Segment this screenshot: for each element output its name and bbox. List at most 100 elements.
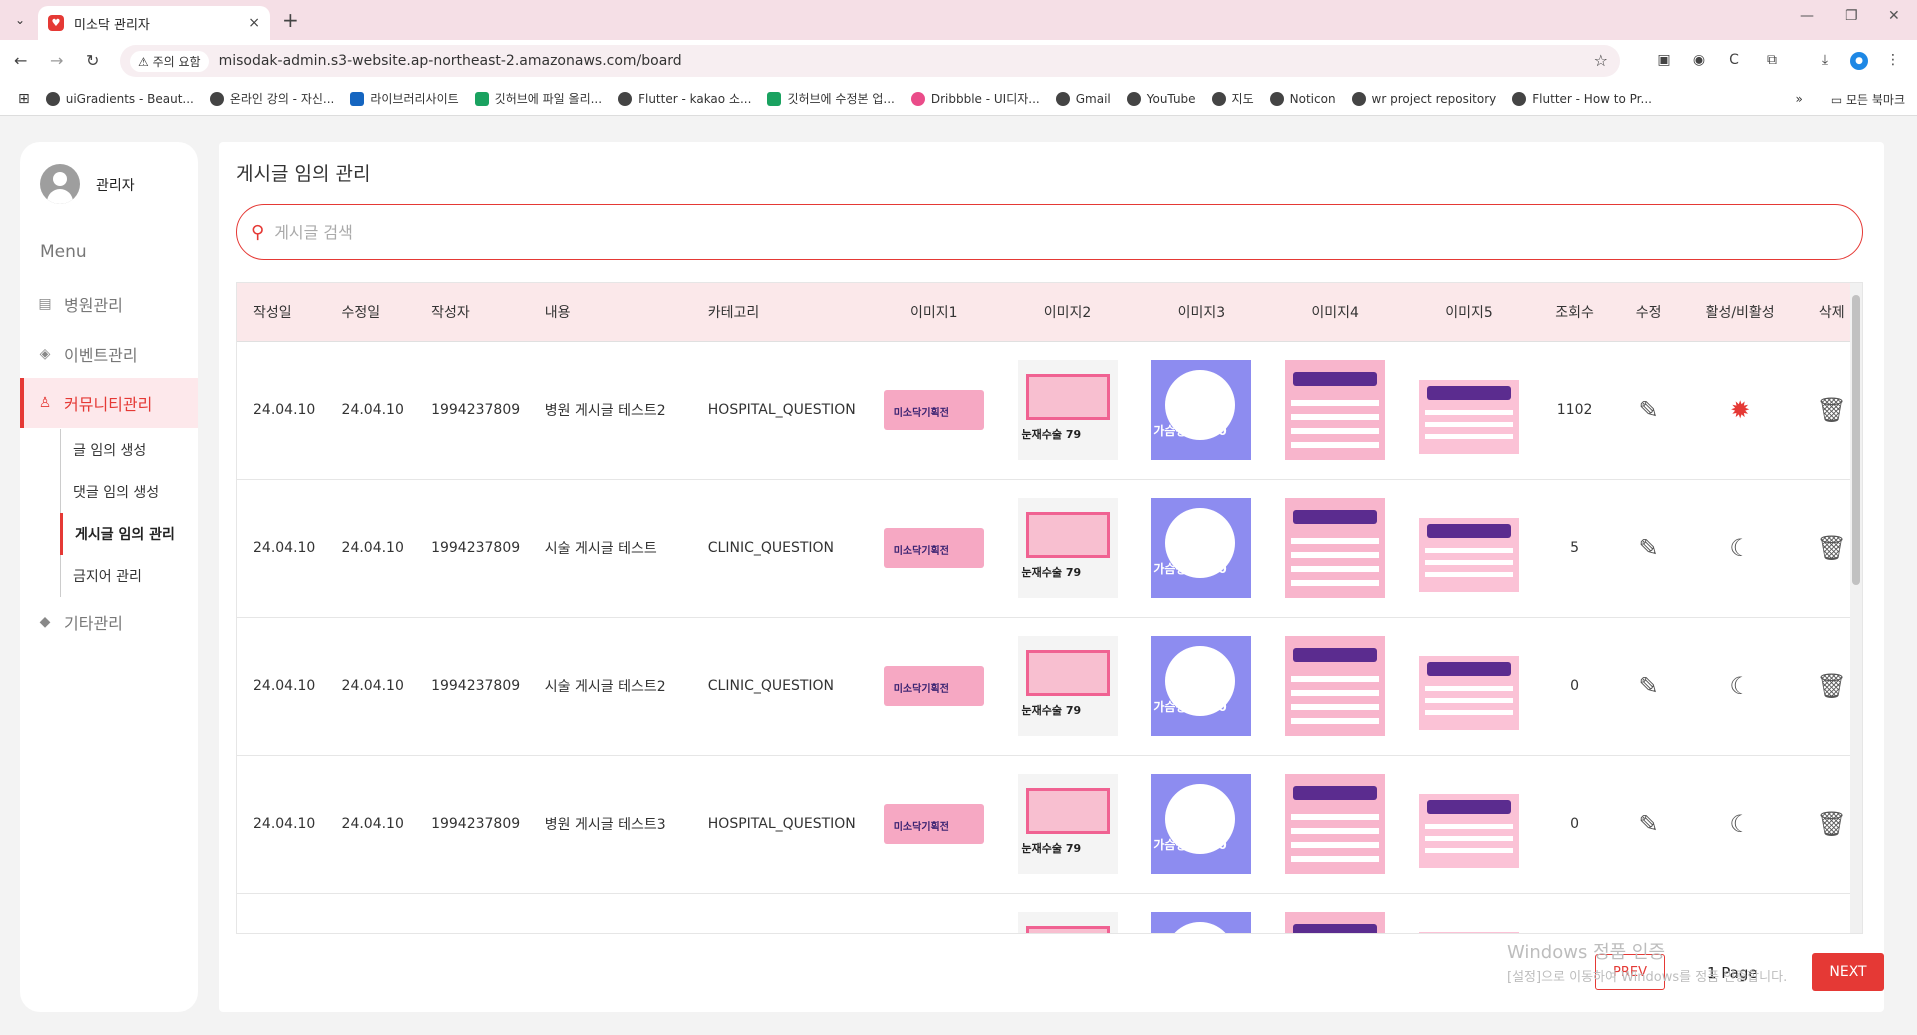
bookmark-item[interactable]: Flutter - kakao 소... — [618, 90, 751, 107]
subitem-forbidden-words[interactable]: 금지어 관리 — [60, 555, 198, 597]
post-image-thumbnail[interactable]: 눈재수술 79 — [1017, 360, 1118, 460]
post-image-thumbnail[interactable]: 가슴성형 450 — [1151, 636, 1252, 736]
subitem-create-comment[interactable]: 댓글 임의 생성 — [60, 471, 198, 513]
post-image-thumbnail[interactable]: 미소닥기획전 — [883, 390, 984, 430]
profile-avatar[interactable]: ● — [1850, 52, 1868, 70]
view-count: 1102 — [1556, 402, 1593, 418]
url-bar[interactable]: ⚠ 주의 요함 misodak-admin.s3-website.ap-nort… — [120, 45, 1620, 77]
post-image-thumbnail[interactable]: 눈재수술 79 — [1017, 636, 1118, 736]
post-image-thumbnail[interactable] — [1285, 498, 1386, 598]
all-bookmarks-folder[interactable]: ▭ 모든 북마크 — [1831, 91, 1905, 108]
minimize-icon[interactable]: — — [1800, 8, 1814, 24]
bookmark-item[interactable]: 깃허브에 수정본 업... — [767, 90, 895, 107]
sidebar-item-community[interactable]: ♙ 커뮤니티관리 — [20, 378, 198, 428]
image-caption: 가슴성형 450 — [1153, 424, 1227, 438]
image5-cell — [1402, 479, 1536, 617]
sidebar-item-hospital[interactable]: ▤ 병원관리 — [20, 282, 198, 326]
trash-icon[interactable]: 🗑 — [1817, 672, 1847, 700]
apps-grid-icon[interactable]: ⊞ — [18, 91, 30, 107]
sidebar-item-event[interactable]: ◈ 이벤트관리 — [20, 332, 198, 376]
table-scrollbar[interactable] — [1850, 283, 1862, 933]
bookmark-item[interactable]: YouTube — [1126, 91, 1196, 106]
scrollbar-thumb[interactable] — [1852, 295, 1860, 585]
moon-icon[interactable]: ☾ — [1729, 534, 1751, 562]
security-chip[interactable]: ⚠ 주의 요함 — [130, 50, 209, 72]
post-image-thumbnail[interactable] — [1285, 360, 1386, 460]
post-content: 병원 게시글 테스트3 — [544, 817, 666, 833]
extension-code-icon[interactable]: C — [1725, 52, 1743, 70]
table-row: 24.04.10 24.04.10 1994237809 병원 게시글 테스트3… — [237, 755, 1862, 893]
post-image-thumbnail[interactable] — [1285, 912, 1386, 933]
bookmark-item[interactable]: Dribbble - UI디자... — [910, 90, 1040, 107]
back-icon[interactable]: ← — [14, 51, 27, 70]
post-image-thumbnail[interactable]: 눈재수술 79 — [1017, 774, 1118, 874]
bookmark-label: 깃허브에 파일 올리... — [494, 92, 603, 106]
image1-cell: 미소닥기획전 — [867, 617, 1001, 755]
moon-icon[interactable]: ☾ — [1729, 810, 1751, 838]
trash-icon[interactable]: 🗑 — [1817, 534, 1847, 562]
post-image-thumbnail[interactable]: 눈재수술 79 — [1017, 498, 1118, 598]
sun-icon[interactable]: ✹ — [1730, 396, 1750, 424]
menu-title: Menu — [40, 242, 87, 262]
modified-date: 24.04.10 — [341, 540, 404, 556]
new-tab-button[interactable]: + — [282, 8, 299, 32]
window-close-icon[interactable]: ✕ — [1888, 8, 1900, 24]
tab-list-button[interactable]: ⌄ — [8, 8, 32, 32]
search-input[interactable] — [274, 222, 1862, 242]
subitem-create-post[interactable]: 글 임의 생성 — [60, 429, 198, 471]
trash-icon[interactable]: 🗑 — [1817, 396, 1847, 424]
forward-icon[interactable]: → — [50, 51, 63, 70]
post-image-thumbnail[interactable]: 가슴성형 450 — [1151, 360, 1252, 460]
post-image-thumbnail[interactable]: 눈재수술 79 — [1017, 912, 1118, 933]
view-count: 0 — [1570, 678, 1580, 694]
bookmark-star-icon[interactable]: ☆ — [1594, 51, 1608, 70]
post-image-thumbnail[interactable]: 미소닥기획전 — [883, 528, 984, 568]
post-image-thumbnail[interactable] — [1418, 793, 1519, 868]
post-image-thumbnail[interactable]: 미소닥기획전 — [883, 804, 984, 844]
calendar-icon: ▤ — [38, 296, 52, 312]
next-button[interactable]: NEXT — [1812, 953, 1884, 991]
download-icon[interactable]: ⤓ — [1816, 52, 1834, 70]
post-image-thumbnail[interactable] — [1418, 655, 1519, 730]
bookmark-item[interactable]: 라이브러리사이트 — [350, 90, 459, 107]
image-caption: 눈재수술 79 — [1021, 428, 1082, 441]
tab-close-icon[interactable]: × — [248, 15, 260, 31]
bookmark-label: 지도 — [1231, 92, 1254, 106]
subitem-manage-post[interactable]: 게시글 임의 관리 — [60, 513, 198, 555]
post-image-thumbnail[interactable] — [1418, 931, 1519, 933]
bookmark-item[interactable]: wr project repository — [1351, 91, 1496, 106]
post-image-thumbnail[interactable] — [1285, 636, 1386, 736]
post-image-thumbnail[interactable]: 가슴성형 450 — [1151, 912, 1252, 933]
extensions-puzzle-icon[interactable]: ⧉ — [1763, 52, 1781, 70]
bookmark-item[interactable]: Flutter - How to Pr... — [1512, 91, 1652, 106]
post-image-thumbnail[interactable]: 미소닥기획전 — [883, 666, 984, 706]
sidebar-item-etc[interactable]: ◆ 기타관리 — [20, 600, 198, 644]
bookmark-item[interactable]: 온라인 강의 - 자신... — [209, 90, 334, 107]
reload-icon[interactable]: ↻ — [86, 51, 99, 70]
diamond-icon: ◆ — [39, 614, 51, 630]
trash-icon[interactable]: 🗑 — [1817, 810, 1847, 838]
pencil-icon[interactable]: ✎ — [1639, 534, 1659, 562]
pencil-icon[interactable]: ✎ — [1639, 672, 1659, 700]
restore-icon[interactable]: ❐ — [1845, 8, 1858, 24]
more-menu-icon[interactable]: ⋮ — [1884, 52, 1902, 70]
extension-globe-icon[interactable]: ◉ — [1690, 52, 1708, 70]
pencil-icon[interactable]: ✎ — [1639, 396, 1659, 424]
bookmark-item[interactable]: Noticon — [1269, 91, 1336, 106]
browser-tab[interactable]: ♥ 미소닥 관리자 × — [38, 6, 270, 40]
post-image-thumbnail[interactable] — [1418, 379, 1519, 454]
post-image-thumbnail[interactable]: 가슴성형 450 — [1151, 774, 1252, 874]
moon-icon[interactable]: ☾ — [1729, 672, 1751, 700]
chevron-right-icon[interactable]: » — [1795, 92, 1802, 106]
post-image-thumbnail[interactable] — [1418, 517, 1519, 592]
bookmark-item[interactable]: uiGradients - Beaut... — [45, 91, 194, 106]
image2-cell: 눈재수술 79 — [1001, 893, 1135, 933]
post-image-thumbnail[interactable]: 가슴성형 450 — [1151, 498, 1252, 598]
bookmark-favicon-icon — [474, 91, 489, 106]
extension-icon[interactable]: ▣ — [1655, 52, 1673, 70]
bookmark-item[interactable]: Gmail — [1055, 91, 1111, 106]
bookmark-item[interactable]: 지도 — [1211, 90, 1254, 107]
post-image-thumbnail[interactable] — [1285, 774, 1386, 874]
bookmark-item[interactable]: 깃허브에 파일 올리... — [474, 90, 603, 107]
pencil-icon[interactable]: ✎ — [1639, 810, 1659, 838]
